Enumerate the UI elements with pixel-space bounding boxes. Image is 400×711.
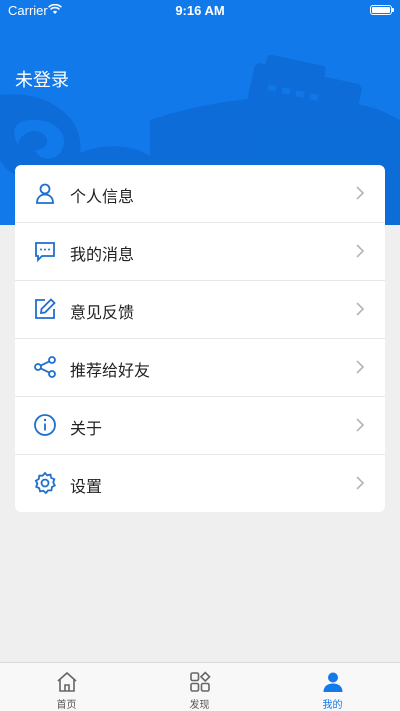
menu-item-feedback[interactable]: 意见反馈 [15,281,385,339]
tab-mine[interactable]: 我的 [266,663,400,711]
tab-discover[interactable]: 发现 [133,663,266,711]
tab-label: 首页 [56,700,77,711]
menu-item-about[interactable]: 关于 [15,397,385,455]
menu-item-my-messages[interactable]: 我的消息 [15,223,385,281]
discover-icon [190,671,211,692]
share-icon [34,356,56,378]
person-icon [36,183,54,204]
menu-item-recommend[interactable]: 推荐给好友 [15,339,385,397]
tab-label: 发现 [189,700,210,711]
tab-bar: 首页 发现 我的 [0,662,400,711]
menu-item-label: 设置 [70,477,103,496]
login-status[interactable]: 未登录 [15,66,69,92]
chevron-right-icon [356,360,365,374]
menu-item-label: 个人信息 [70,187,135,206]
info-icon [34,414,56,436]
menu-item-label: 意见反馈 [70,303,135,322]
menu-item-label: 关于 [70,419,103,438]
status-bar: Carrier 9:16 AM [0,0,400,22]
chevron-right-icon [356,186,365,200]
menu-item-label: 推荐给好友 [70,361,151,380]
chevron-right-icon [356,476,365,490]
menu-item-personal-info[interactable]: 个人信息 [15,165,385,223]
menu-item-settings[interactable]: 设置 [15,455,385,512]
menu-card: 个人信息 我的消息 意见反馈 推荐给好友 关于 设置 [15,165,385,512]
status-time: 9:16 AM [175,3,225,18]
tab-home[interactable]: 首页 [0,663,133,711]
chevron-right-icon [356,244,365,258]
home-icon [57,671,77,692]
profile-icon [323,672,343,692]
chevron-right-icon [356,302,365,316]
message-icon [35,242,55,263]
chevron-right-icon [356,418,365,432]
battery-icon [370,5,394,15]
tab-label: 我的 [322,700,343,711]
menu-item-label: 我的消息 [70,245,135,264]
edit-icon [35,298,56,319]
gear-icon [34,471,57,495]
